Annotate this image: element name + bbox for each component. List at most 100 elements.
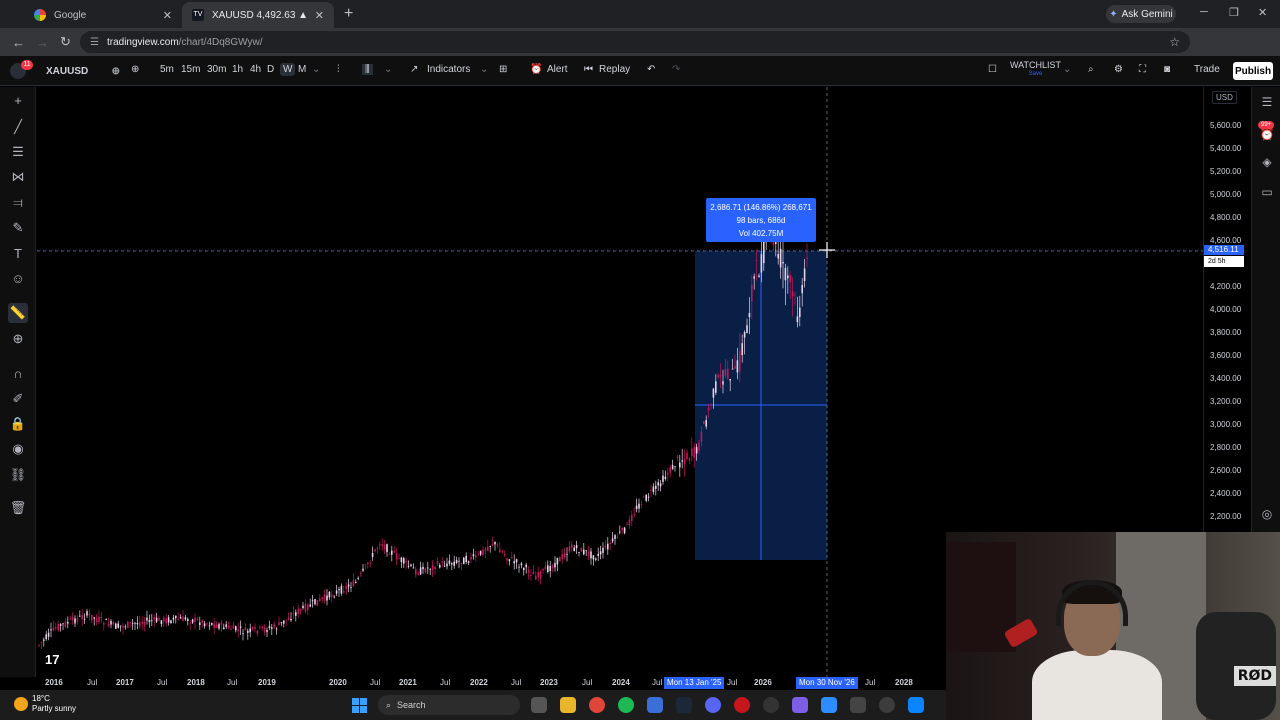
taskbar-search[interactable]: ⌕ Search — [378, 695, 520, 715]
link-icon[interactable]: ⛓ — [8, 465, 28, 485]
tf-30m[interactable]: 30m — [207, 64, 226, 75]
add-symbol-icon[interactable]: ⊕ — [112, 66, 120, 77]
currency-selector[interactable]: USD — [1212, 91, 1237, 104]
indicators-icon[interactable]: ↗ — [410, 64, 418, 75]
publish-button[interactable]: Publish — [1233, 62, 1273, 80]
tab-google[interactable]: Google ✕ — [24, 2, 182, 28]
app-icon-gray[interactable] — [763, 697, 779, 713]
layout-square-icon[interactable]: ☐ — [988, 64, 997, 75]
alarm-clock-icon[interactable]: ⏰ — [530, 64, 542, 75]
settings-gear-icon[interactable]: ⚙ — [1114, 64, 1123, 75]
camera-icon[interactable]: ◙ — [1164, 64, 1170, 75]
close-icon[interactable]: ✕ — [163, 9, 172, 22]
windows-start-icon[interactable] — [352, 698, 367, 713]
compare-plus-icon[interactable]: ⊕ — [131, 64, 139, 75]
candle-body — [129, 621, 131, 623]
tf-m[interactable]: M — [298, 64, 306, 75]
brush-icon[interactable]: ✎ — [8, 218, 28, 238]
lock-icon[interactable]: 🔒 — [8, 414, 28, 434]
trade-button[interactable]: Trade — [1194, 64, 1220, 75]
candle-body — [731, 368, 734, 370]
undo-icon[interactable]: ↶ — [647, 64, 655, 75]
tab-tradingview[interactable]: TV XAUUSD 4,492.63 ▲ +3.66% W… ✕ — [182, 2, 334, 28]
stay-drawing-icon[interactable]: ✐ — [8, 389, 28, 409]
zoom-icon[interactable] — [821, 697, 837, 713]
candle-body — [587, 551, 590, 557]
chevron-down-icon[interactable]: ⌄ — [480, 64, 488, 75]
tf-1h[interactable]: 1h — [232, 64, 243, 75]
app-icon-purple[interactable] — [792, 697, 808, 713]
forward-icon[interactable]: → — [36, 35, 49, 50]
browser-tabbar: Google ✕ TV XAUUSD 4,492.63 ▲ +3.66% W… … — [0, 0, 1280, 28]
ruler-icon[interactable]: 📏 — [8, 303, 28, 323]
steam-icon[interactable] — [676, 697, 692, 713]
bars-style-icon[interactable]: ⫶ — [337, 64, 340, 75]
weather-widget[interactable]: 18°C Partly sunny — [14, 694, 76, 714]
chevron-down-icon[interactable]: ⌄ — [384, 64, 392, 75]
new-tab-button[interactable]: + — [344, 5, 353, 23]
time-tick: Jul — [511, 678, 522, 687]
eye-icon[interactable]: ◉ — [8, 439, 28, 459]
app-icon-red[interactable] — [734, 697, 750, 713]
chat-icon[interactable]: ▭ — [1259, 185, 1275, 201]
target-icon[interactable]: ◎ — [1259, 507, 1275, 523]
app-icon[interactable] — [647, 697, 663, 713]
chevron-down-icon[interactable]: ⌄ — [1063, 64, 1071, 75]
tf-4h[interactable]: 4h — [250, 64, 261, 75]
ask-gemini-button[interactable]: ✦ Ask Gemini — [1106, 5, 1176, 23]
app-icon-circle[interactable] — [879, 697, 895, 713]
zoom-icon[interactable]: ⊕ — [8, 329, 28, 349]
crosshair-icon[interactable]: + — [8, 91, 28, 111]
candle-body — [424, 568, 427, 573]
candle-body — [45, 634, 47, 640]
url-field[interactable]: ☰ tradingview.com/chart/4Dq8GWyw/ ☆ — [80, 31, 1190, 53]
forecast-icon[interactable]: ⫤ — [8, 193, 28, 213]
magnet-icon[interactable]: ∩ — [8, 364, 28, 384]
watchlist-icon[interactable]: ☰ — [1259, 95, 1275, 111]
task-view-icon[interactable] — [531, 697, 547, 713]
file-explorer-icon[interactable] — [560, 697, 576, 713]
tf-d[interactable]: D — [267, 64, 274, 75]
pattern-icon[interactable]: ⋈ — [8, 167, 28, 187]
chevron-down-icon[interactable]: ⌄ — [312, 64, 320, 75]
alerts-clock-icon[interactable]: ⏰ — [1259, 127, 1275, 143]
indicators-button[interactable]: Indicators — [427, 64, 470, 75]
layouts-icon[interactable]: ⊞ — [499, 64, 507, 75]
trendline-icon[interactable]: ╱ — [8, 117, 28, 137]
emoji-icon[interactable]: ☺ — [8, 269, 28, 289]
bookmark-star-icon[interactable]: ☆ — [1169, 35, 1180, 49]
watchlist-button[interactable]: WATCHLIST Save — [1010, 61, 1061, 79]
replay-icon[interactable]: ⏮ — [584, 64, 593, 75]
candle-body — [458, 560, 460, 562]
window-close-icon[interactable]: ✕ — [1258, 6, 1267, 19]
back-icon[interactable]: ← — [12, 35, 25, 50]
app-icon-dark[interactable] — [850, 697, 866, 713]
symbol-search[interactable]: XAUUSD ⊕ — [40, 62, 126, 80]
quick-search-icon[interactable]: ⌕ — [1088, 64, 1094, 75]
spotify-icon[interactable] — [618, 697, 634, 713]
candles-icon[interactable]: ⫼ — [362, 64, 373, 75]
trash-icon[interactable]: 🗑 — [8, 498, 28, 518]
tf-15m[interactable]: 15m — [181, 64, 200, 75]
minimize-icon[interactable]: ─ — [1200, 6, 1208, 18]
fullscreen-icon[interactable]: ⛶ — [1139, 64, 1146, 75]
candle-body — [91, 615, 93, 621]
tf-5m[interactable]: 5m — [160, 64, 174, 75]
discord-icon[interactable] — [705, 697, 721, 713]
layers-icon[interactable]: ◈ — [1259, 155, 1275, 171]
restore-icon[interactable]: ❐ — [1229, 6, 1239, 19]
close-icon[interactable]: ✕ — [315, 9, 324, 22]
tf-w[interactable]: W — [280, 63, 296, 76]
app-icon-blue[interactable] — [908, 697, 924, 713]
chrome-icon[interactable] — [589, 697, 605, 713]
replay-button[interactable]: Replay — [599, 64, 630, 75]
candle-body — [215, 624, 218, 628]
text-icon[interactable]: T — [8, 244, 28, 264]
reload-icon[interactable]: ↻ — [60, 34, 72, 50]
candle-body — [307, 604, 309, 611]
fib-icon[interactable]: ☰ — [8, 142, 28, 162]
alert-button[interactable]: Alert — [547, 64, 568, 75]
site-info-icon[interactable]: ☰ — [90, 37, 99, 48]
redo-icon[interactable]: ↷ — [672, 64, 680, 75]
candle-body — [705, 420, 707, 427]
